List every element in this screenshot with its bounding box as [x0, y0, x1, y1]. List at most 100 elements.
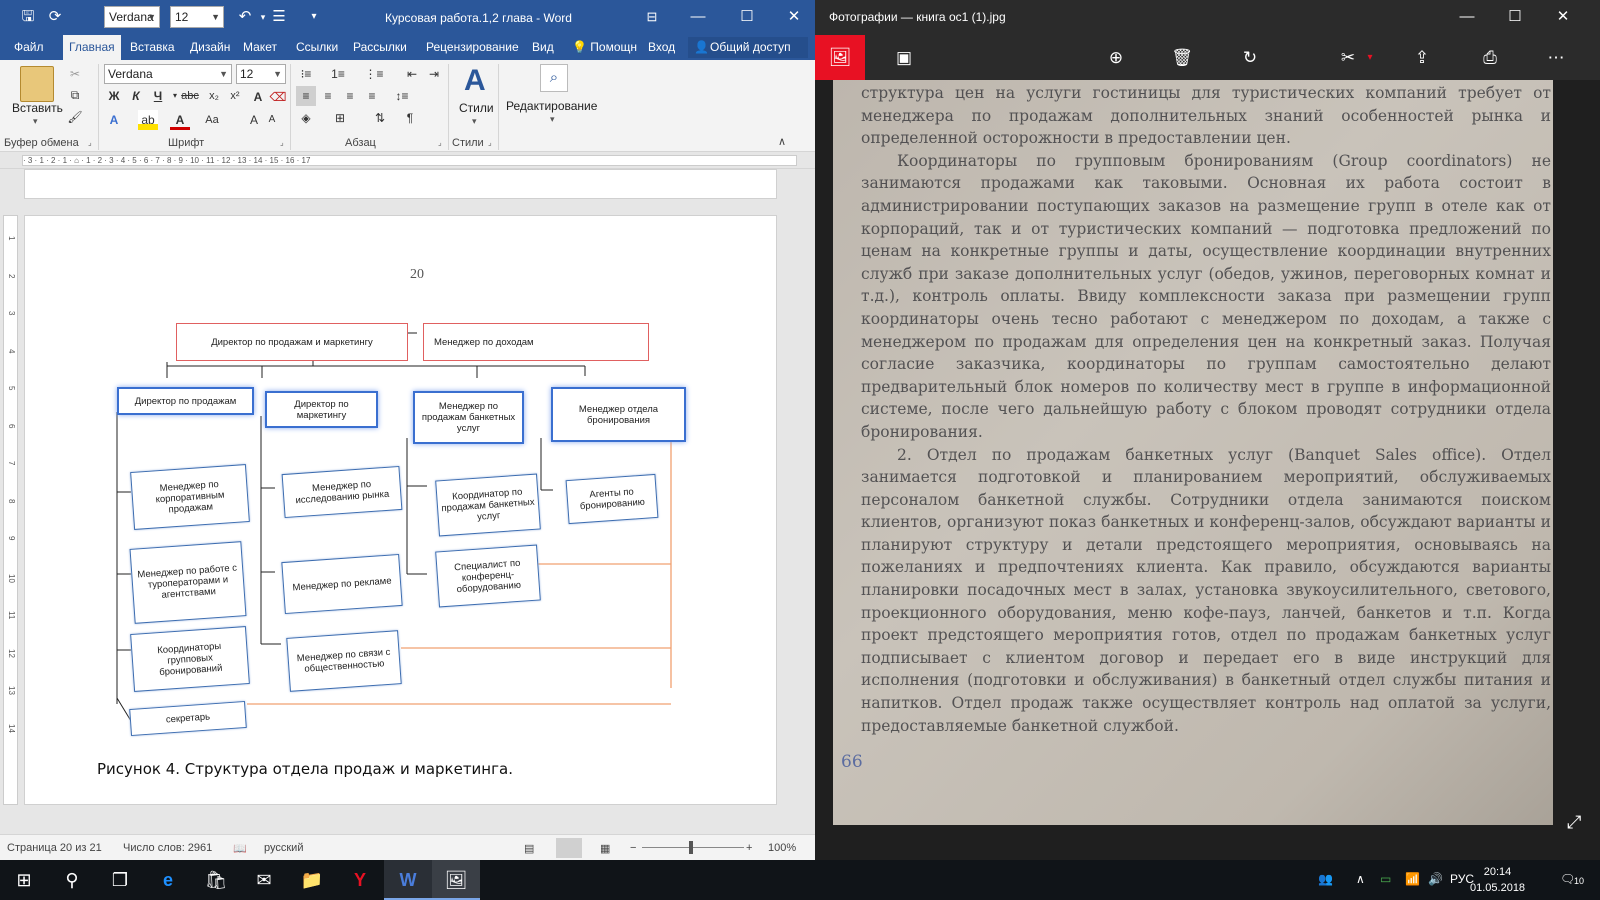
volume-icon[interactable]: 🔊	[1428, 872, 1443, 886]
slideshow-icon[interactable]: ▣	[893, 47, 915, 69]
people-icon[interactable]: 👥	[1318, 872, 1333, 886]
grow-font-icon[interactable]: A	[248, 87, 268, 107]
word-taskbar-icon[interactable]: W	[384, 860, 432, 900]
signin-link[interactable]: Вход	[642, 35, 681, 60]
editing-label[interactable]: Редактирование	[506, 99, 597, 113]
photos-minimize-button[interactable]: —	[1455, 6, 1479, 28]
close-button[interactable]: ✕	[782, 6, 806, 28]
zoom-icon[interactable]: ⊕	[1105, 47, 1127, 69]
bold-icon[interactable]: Ж	[104, 86, 124, 106]
font-color-icon[interactable]: A	[170, 110, 190, 130]
share-icon[interactable]: ⇪	[1411, 47, 1433, 69]
search-icon[interactable]: ⚲	[48, 860, 96, 900]
status-words[interactable]: Число слов: 2961	[123, 842, 212, 854]
grow-font-2-icon[interactable]: A	[244, 110, 264, 130]
edit-icon[interactable]: ✂	[1337, 47, 1359, 69]
zoom-thumb[interactable]	[689, 841, 693, 854]
align-right-icon[interactable]: ≡	[340, 86, 360, 106]
battery-icon[interactable]: ▭	[1380, 872, 1391, 886]
paragraph-launcher-icon[interactable]: ⌟	[438, 138, 442, 147]
file-explorer-icon[interactable]: 📁	[288, 860, 336, 900]
view-image-icon[interactable]: 🖼	[815, 35, 865, 80]
print-layout-icon[interactable]	[556, 838, 582, 858]
status-page[interactable]: Страница 20 из 21	[7, 842, 102, 854]
share-button[interactable]: 👤 Общий доступ	[688, 37, 808, 58]
line-spacing-icon[interactable]: ↕≡	[392, 86, 412, 106]
status-language[interactable]: русский	[264, 842, 303, 854]
tab-layout[interactable]: Макет	[237, 35, 283, 60]
editing-dropdown-icon[interactable]: ▾	[550, 114, 555, 125]
undo-icon[interactable]: ↶	[236, 8, 254, 26]
clear-format-icon[interactable]: ⌫	[268, 87, 288, 107]
vertical-ruler[interactable]: 1 2 3 4 5 6 7 8 9 10 11 12 13 14	[3, 215, 18, 805]
format-painter-icon[interactable]: 🖌	[65, 107, 85, 127]
book-photo[interactable]: структура цен на услуги гостиницы для ту…	[833, 80, 1553, 825]
autosave-icon[interactable]: ⟳	[46, 8, 64, 26]
styles-label[interactable]: Стили	[459, 101, 494, 115]
show-marks-icon[interactable]: ¶	[400, 108, 420, 128]
increase-indent-icon[interactable]: ⇥	[424, 64, 444, 84]
find-icon[interactable]: ⌕	[540, 64, 568, 92]
text-effects-icon[interactable]: A	[104, 110, 124, 130]
subscript-icon[interactable]: x₂	[204, 86, 224, 106]
zoom-slider[interactable]	[642, 847, 744, 848]
tab-review[interactable]: Рецензирование	[420, 35, 525, 60]
justify-icon[interactable]: ≡	[362, 86, 382, 106]
paste-icon[interactable]	[20, 66, 54, 102]
read-mode-icon[interactable]: ▤	[524, 842, 534, 855]
align-left-icon[interactable]: ≡	[296, 86, 316, 106]
tab-references[interactable]: Ссылки	[290, 35, 344, 60]
help-search[interactable]: 💡 Помощн	[566, 35, 643, 60]
clipboard-launcher-icon[interactable]: ⌟	[88, 138, 92, 147]
delete-icon[interactable]: 🗑	[1171, 47, 1193, 69]
tab-mailings[interactable]: Рассылки	[347, 35, 413, 60]
photos-close-button[interactable]: ✕	[1551, 6, 1575, 28]
borders-icon[interactable]: ⊞	[330, 108, 350, 128]
cut-icon[interactable]: ✂	[65, 64, 85, 84]
save-icon[interactable]: 🖫	[19, 8, 37, 26]
network-icon[interactable]: 📶	[1405, 872, 1420, 886]
photos-maximize-button[interactable]: ☐	[1503, 6, 1527, 28]
styles-dropdown-icon[interactable]: ▾	[472, 116, 477, 127]
decrease-indent-icon[interactable]: ⇤	[402, 64, 422, 84]
maximize-button[interactable]: ☐	[735, 6, 759, 28]
photos-taskbar-icon[interactable]: 🖼	[432, 860, 480, 900]
zoom-level[interactable]: 100%	[768, 842, 796, 854]
proofing-icon[interactable]: 📖	[233, 842, 247, 855]
print-icon[interactable]: ⎙	[1479, 47, 1501, 69]
multilevel-icon[interactable]: ⋮≡	[364, 64, 384, 84]
tab-insert[interactable]: Вставка	[124, 35, 181, 60]
tab-file[interactable]: Файл	[8, 35, 50, 60]
strikethrough-icon[interactable]: abc	[180, 86, 200, 106]
shading-icon[interactable]: ◈	[296, 108, 316, 128]
rotate-icon[interactable]: ↻	[1239, 47, 1261, 69]
italic-icon[interactable]: К	[126, 86, 146, 106]
mail-icon[interactable]: ✉	[240, 860, 288, 900]
clock[interactable]: 20:14 01.05.2018	[1470, 864, 1525, 896]
fullscreen-icon[interactable]: ⤢	[1567, 812, 1581, 833]
more-icon[interactable]: ⋯	[1545, 47, 1567, 69]
bullets-icon[interactable]: ⁝≡	[296, 64, 316, 84]
font-launcher-icon[interactable]: ⌟	[280, 138, 284, 147]
notifications-icon[interactable]: 🗨	[1560, 872, 1575, 886]
collapse-ribbon-icon[interactable]: ∧	[778, 135, 786, 148]
customize-qat-icon[interactable]: ▾	[305, 8, 323, 26]
font-name-select[interactable]: Verdana ▼	[104, 64, 232, 84]
yandex-browser-icon[interactable]: Y	[336, 860, 384, 900]
horizontal-ruler[interactable]: · 3 · 1 · 2 · 1 · ⌂ · 1 · 2 · 3 · 4 · 5 …	[0, 152, 815, 169]
edit-dropdown-icon[interactable]: ▾	[1359, 47, 1381, 69]
paste-label[interactable]: Вставить	[12, 101, 63, 115]
task-view-icon[interactable]: ❐	[96, 860, 144, 900]
store-icon[interactable]: 🛍	[192, 860, 240, 900]
tab-design[interactable]: Дизайн	[184, 35, 236, 60]
styles-launcher-icon[interactable]: ⌟	[488, 138, 492, 147]
numbering-icon[interactable]: 1≡	[328, 64, 348, 84]
tab-view[interactable]: Вид	[526, 35, 560, 60]
ribbon-display-icon[interactable]: ⊟	[640, 6, 664, 28]
superscript-icon[interactable]: x²	[225, 86, 245, 106]
copy-icon[interactable]: ⧉	[65, 85, 85, 105]
sort-icon[interactable]: ⇅	[370, 108, 390, 128]
shrink-font-icon[interactable]: A	[262, 110, 282, 130]
qat-size-select[interactable]: 12 ▼	[170, 6, 224, 28]
show-hidden-icon[interactable]: ∧	[1356, 872, 1365, 886]
